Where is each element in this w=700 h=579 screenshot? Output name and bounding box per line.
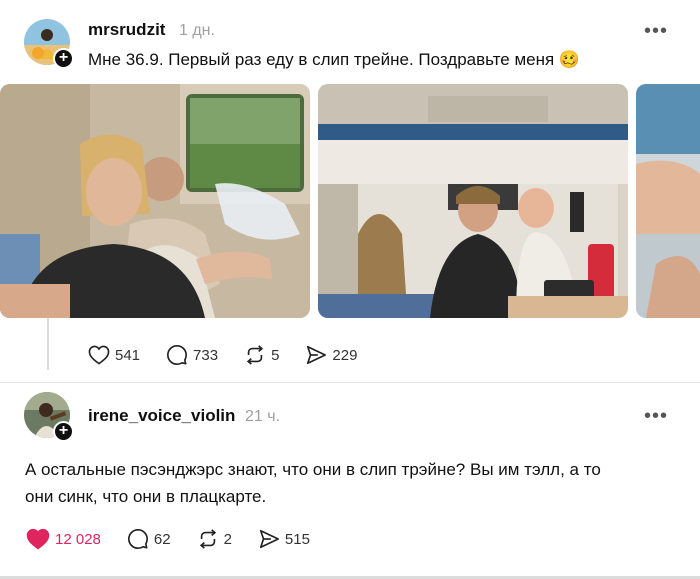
post-actions: 541 733 5 229	[88, 344, 383, 366]
post-text-line-2: они синк, что они в плацкарте.	[25, 487, 267, 506]
more-icon[interactable]: •••	[644, 406, 668, 426]
follow-plus-icon[interactable]: +	[53, 48, 74, 69]
like-count: 12 028	[55, 530, 101, 548]
repost-count: 2	[223, 530, 232, 548]
comment-icon	[167, 345, 188, 365]
media-carousel[interactable]	[0, 84, 700, 318]
post-text: Мне 36.9. Первый раз еду в слип трейне. …	[88, 50, 581, 69]
share-count: 515	[284, 530, 310, 548]
like-button[interactable]: 541	[88, 345, 140, 365]
photo-2[interactable]	[318, 84, 628, 318]
share-icon	[307, 345, 327, 365]
share-icon	[259, 529, 279, 549]
like-button[interactable]: 12 028	[26, 528, 101, 550]
comment-count: 62	[153, 530, 171, 548]
repost-button[interactable]: 5	[244, 344, 279, 366]
more-icon[interactable]: •••	[644, 21, 668, 41]
post-1: + mrsrudzit 1 дн. ••• Мне 36.9. Первый р…	[0, 0, 700, 382]
username[interactable]: mrsrudzit	[88, 20, 165, 40]
post-text-line-1: А остальные пэсэнджэрс знают, что они в …	[25, 460, 601, 479]
comment-button[interactable]: 733	[166, 344, 218, 366]
post-time: 21 ч.	[245, 408, 281, 425]
comment-count: 733	[193, 346, 219, 364]
repost-button[interactable]: 2	[197, 528, 232, 550]
thread-line	[47, 318, 49, 370]
username[interactable]: irene_voice_violin	[88, 406, 235, 426]
heart-icon	[88, 345, 110, 365]
comment-button[interactable]: 62	[127, 528, 171, 550]
repost-icon	[246, 345, 264, 365]
share-button[interactable]: 515	[258, 528, 310, 550]
post-2: + irene_voice_violin 21 ч. ••• А остальн…	[0, 383, 700, 579]
repost-count: 5	[271, 346, 280, 364]
post-actions: 12 028 62 2 515	[26, 528, 336, 550]
follow-plus-icon[interactable]: +	[53, 421, 74, 442]
post-time: 1 дн.	[179, 22, 215, 39]
share-button[interactable]: 229	[305, 344, 357, 366]
like-count: 541	[115, 346, 141, 364]
photo-1[interactable]	[0, 84, 310, 318]
photo-3[interactable]	[636, 84, 700, 318]
repost-icon	[199, 529, 216, 549]
share-count: 229	[332, 346, 358, 364]
heart-icon	[26, 528, 50, 550]
comment-icon	[127, 529, 148, 549]
